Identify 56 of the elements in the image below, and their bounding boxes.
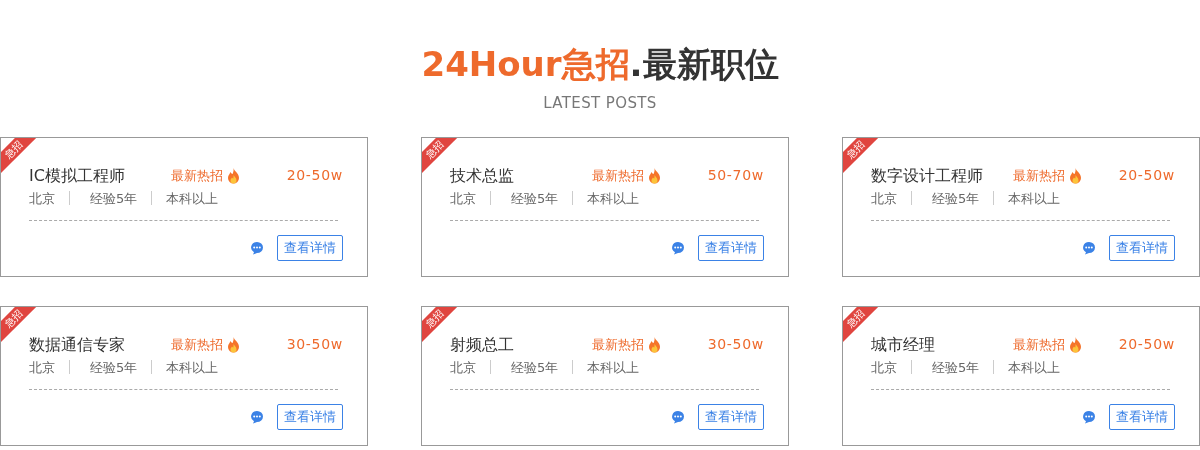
flame-icon	[1069, 336, 1082, 353]
job-meta: 本科以上	[166, 189, 219, 208]
salary: 50-70w	[707, 166, 764, 185]
flame-icon	[1069, 167, 1082, 184]
chat-bubble-icon	[1082, 241, 1096, 255]
job-meta: 本科以上	[1008, 358, 1061, 377]
job-title: IC模拟工程师	[29, 164, 126, 187]
hot-label: 最新热招	[1013, 166, 1065, 185]
section-title: 24Hour急招.最新职位	[421, 43, 779, 86]
job-title: 射频总工	[450, 333, 515, 356]
salary: 20-50w	[286, 166, 343, 185]
details-button[interactable]: 查看详情	[698, 404, 764, 430]
chat-bubble-icon	[671, 241, 685, 255]
chat-bubble-icon	[671, 410, 685, 424]
job-meta: 经验5年	[511, 358, 559, 377]
job-meta: 北京	[29, 358, 55, 377]
details-button[interactable]: 查看详情	[277, 235, 343, 261]
job-title: 技术总监	[450, 164, 515, 187]
salary: 30-50w	[286, 335, 343, 354]
hot-label: 最新热招	[592, 335, 644, 354]
salary: 30-50w	[707, 335, 764, 354]
job-title: 数据通信专家	[29, 333, 126, 356]
salary: 20-50w	[1118, 166, 1175, 185]
hot-label: 最新热招	[171, 166, 223, 185]
job-meta: 北京	[450, 358, 476, 377]
details-button[interactable]: 查看详情	[698, 235, 764, 261]
job-meta: 经验5年	[90, 189, 138, 208]
flame-icon	[648, 336, 661, 353]
job-meta: 本科以上	[1008, 189, 1061, 208]
chat-bubble-icon	[250, 410, 264, 424]
job-meta: 本科以上	[587, 189, 640, 208]
job-title: 城市经理	[871, 333, 936, 356]
salary: 20-50w	[1118, 335, 1175, 354]
flame-icon	[227, 167, 240, 184]
job-meta: 经验5年	[932, 358, 980, 377]
job-meta: 北京	[871, 358, 897, 377]
hot-label: 最新热招	[171, 335, 223, 354]
details-button[interactable]: 查看详情	[1109, 235, 1175, 261]
hot-label: 最新热招	[1013, 335, 1065, 354]
job-meta: 北京	[29, 189, 55, 208]
job-meta: 北京	[871, 189, 897, 208]
job-meta: 经验5年	[511, 189, 559, 208]
chat-bubble-icon	[1082, 410, 1096, 424]
job-meta: 本科以上	[166, 358, 219, 377]
job-title: 数字设计工程师	[871, 164, 984, 187]
job-meta: 北京	[450, 189, 476, 208]
job-meta: 经验5年	[90, 358, 138, 377]
details-button[interactable]: 查看详情	[277, 404, 343, 430]
job-meta: 经验5年	[932, 189, 980, 208]
job-meta: 本科以上	[587, 358, 640, 377]
chat-bubble-icon	[250, 241, 264, 255]
details-button[interactable]: 查看详情	[1109, 404, 1175, 430]
hot-label: 最新热招	[592, 166, 644, 185]
section-subtitle: LATEST POSTS	[543, 93, 657, 114]
flame-icon	[227, 336, 240, 353]
flame-icon	[648, 167, 661, 184]
